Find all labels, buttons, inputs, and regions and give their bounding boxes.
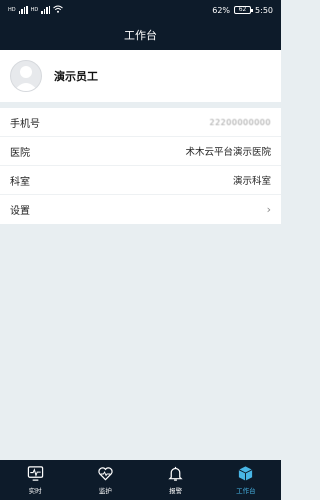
tab-label: 报警 xyxy=(169,487,183,495)
header: 工作台 xyxy=(0,20,281,50)
tab-label: 实时 xyxy=(28,487,42,495)
signal-icon-2 xyxy=(41,6,51,14)
settings-row[interactable]: 设置 › xyxy=(0,195,281,224)
profile-card[interactable]: 演示员工 xyxy=(0,50,281,102)
phone-row: 手机号 22200000000 xyxy=(0,108,281,137)
tab-label: 工作台 xyxy=(236,487,256,495)
heart-icon xyxy=(98,467,113,481)
info-list: 手机号 22200000000 医院 术木云平台演示医院 科室 演示科室 设置 … xyxy=(0,108,281,224)
tab-monitoring[interactable]: 监护 xyxy=(70,460,140,500)
status-left: HD HD xyxy=(8,5,64,15)
tab-alarm[interactable]: 报警 xyxy=(141,460,211,500)
row-label: 设置 xyxy=(10,206,30,217)
department-row: 科室 演示科室 xyxy=(0,166,281,195)
profile-name: 演示员工 xyxy=(54,70,98,83)
battery-percent: 62% xyxy=(212,5,231,15)
battery-icon: 62 xyxy=(234,6,254,14)
row-label: 科室 xyxy=(10,176,30,188)
bell-icon xyxy=(168,466,183,481)
hospital-value: 术木云平台演示医院 xyxy=(185,147,271,158)
tab-label: 监护 xyxy=(98,487,112,495)
wifi-icon xyxy=(53,5,64,15)
department-value: 演示科室 xyxy=(232,176,271,187)
clock: 5:50 xyxy=(255,5,273,15)
battery-level: 62 xyxy=(238,6,247,13)
hospital-row: 医院 术木云平台演示医院 xyxy=(0,137,281,166)
row-label: 手机号 xyxy=(10,118,40,130)
hd-label-2: HD xyxy=(30,7,39,13)
monitor-heartbeat-icon xyxy=(27,466,43,481)
signal-icon xyxy=(18,6,28,14)
avatar[interactable] xyxy=(10,60,42,92)
hd-label-1: HD xyxy=(8,7,16,13)
bottom-tab-bar: 实时 监护 报警 工作台 xyxy=(0,460,281,500)
chevron-right-icon: › xyxy=(266,203,271,216)
cube-icon xyxy=(239,466,253,481)
tab-workbench[interactable]: 工作台 xyxy=(211,460,281,500)
phone-value: 22200000000 xyxy=(209,117,271,127)
status-right: 62% 62 5:50 xyxy=(212,6,273,15)
page-title: 工作台 xyxy=(124,29,157,42)
tab-realtime[interactable]: 实时 xyxy=(0,460,70,500)
user-silhouette-icon xyxy=(14,66,38,91)
status-bar: HD HD 62% 62 5:50 xyxy=(0,0,281,20)
row-label: 医院 xyxy=(10,147,30,159)
